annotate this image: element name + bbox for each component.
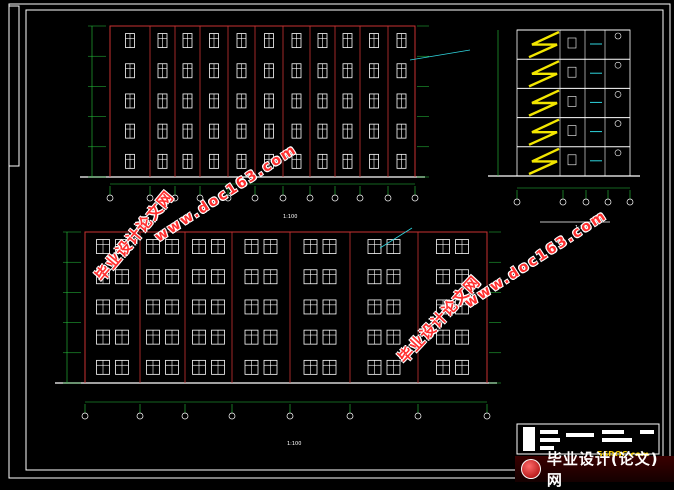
scale-label-bottom: 1:100 (287, 441, 301, 447)
brand-badge-icon (521, 459, 541, 479)
footer-brand-text: 毕业设计(论文)网 (546, 450, 659, 489)
scale-label-top: 1:100 (283, 214, 297, 220)
footer-brand-bar: 毕业设计(论文)网 (515, 450, 674, 489)
